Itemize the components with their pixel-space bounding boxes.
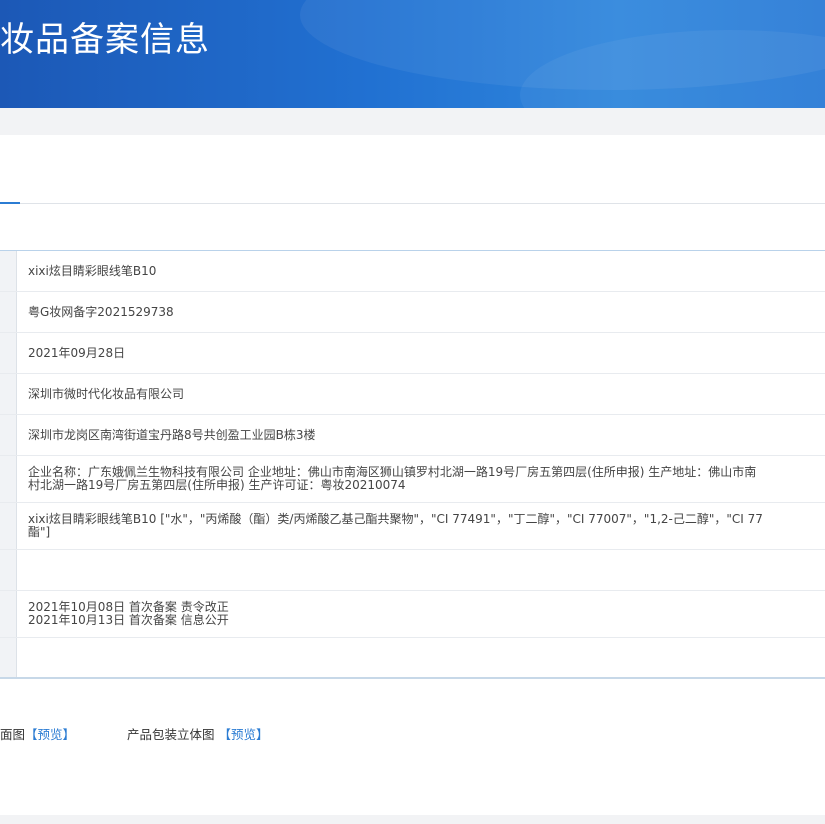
tab-bar [0, 203, 825, 204]
row-label-cell [0, 550, 17, 590]
row-label-cell [0, 374, 17, 414]
preview-item-front: 面图【预览】 [0, 724, 75, 743]
record-number-value: 粤G妆网备字2021529738 [28, 304, 174, 319]
tab-active-indicator[interactable] [0, 202, 20, 204]
table-row-record-number: 粤G妆网备字2021529738 [0, 292, 825, 333]
table-row-empty [0, 638, 825, 677]
row-label-cell [0, 251, 17, 291]
empty-value [17, 638, 825, 677]
manufacturer-value: 企业名称：广东娥佩兰生物科技有限公司 企业地址：佛山市南海区狮山镇罗村北湖一路1… [28, 465, 757, 492]
applicant-address-value: 深圳市龙岗区南湾街道宝丹路8号共创盈工业园B栋3楼 [28, 427, 316, 442]
record-date-value: 2021年09月28日 [28, 345, 126, 360]
product-name-value: xixi炫目睛彩眼线笔B10 [28, 263, 157, 278]
applicant-value: 深圳市微时代化妆品有限公司 [28, 386, 185, 401]
banner-divider [0, 108, 825, 135]
row-label-cell [0, 333, 17, 373]
preview-label: 产品包装立体图 [127, 727, 215, 742]
preview-label: 面图 [0, 727, 26, 742]
row-label-cell [0, 456, 17, 502]
preview-link[interactable]: 【预览】 [25, 727, 75, 742]
table-row-product-name: xixi炫目睛彩眼线笔B10 [0, 251, 825, 292]
row-label-cell [0, 503, 17, 549]
page-title: 妆品备案信息 [0, 20, 210, 60]
page-banner: 妆品备案信息 [0, 0, 825, 108]
footer-divider [0, 815, 825, 824]
row-label-cell [0, 591, 17, 637]
status-history-value: 2021年10月08日 首次备案 责令改正 2021年10月13日 首次备案 信… [28, 600, 229, 627]
preview-item-package-3d: 产品包装立体图 【预览】 [127, 724, 269, 743]
table-row-applicant: 深圳市微时代化妆品有限公司 [0, 374, 825, 415]
row-label-cell [0, 292, 17, 332]
preview-link[interactable]: 【预览】 [219, 727, 269, 742]
row-label-cell [0, 415, 17, 455]
table-row-status: 2021年10月08日 首次备案 责令改正 2021年10月13日 首次备案 信… [0, 591, 825, 638]
ingredients-value: xixi炫目睛彩眼线笔B10 ["水"，"丙烯酸（酯）类/丙烯酸乙基己酯共聚物"… [28, 512, 763, 539]
row-label-cell [0, 638, 17, 677]
record-info-table: xixi炫目睛彩眼线笔B10 粤G妆网备字2021529738 2021年09月… [0, 250, 825, 679]
table-row-empty [0, 550, 825, 591]
table-row-applicant-address: 深圳市龙岗区南湾街道宝丹路8号共创盈工业园B栋3楼 [0, 415, 825, 456]
table-row-record-date: 2021年09月28日 [0, 333, 825, 374]
table-row-ingredients: xixi炫目睛彩眼线笔B10 ["水"，"丙烯酸（酯）类/丙烯酸乙基己酯共聚物"… [0, 503, 825, 550]
empty-value [17, 550, 825, 590]
table-row-manufacturer: 企业名称：广东娥佩兰生物科技有限公司 企业地址：佛山市南海区狮山镇罗村北湖一路1… [0, 456, 825, 503]
